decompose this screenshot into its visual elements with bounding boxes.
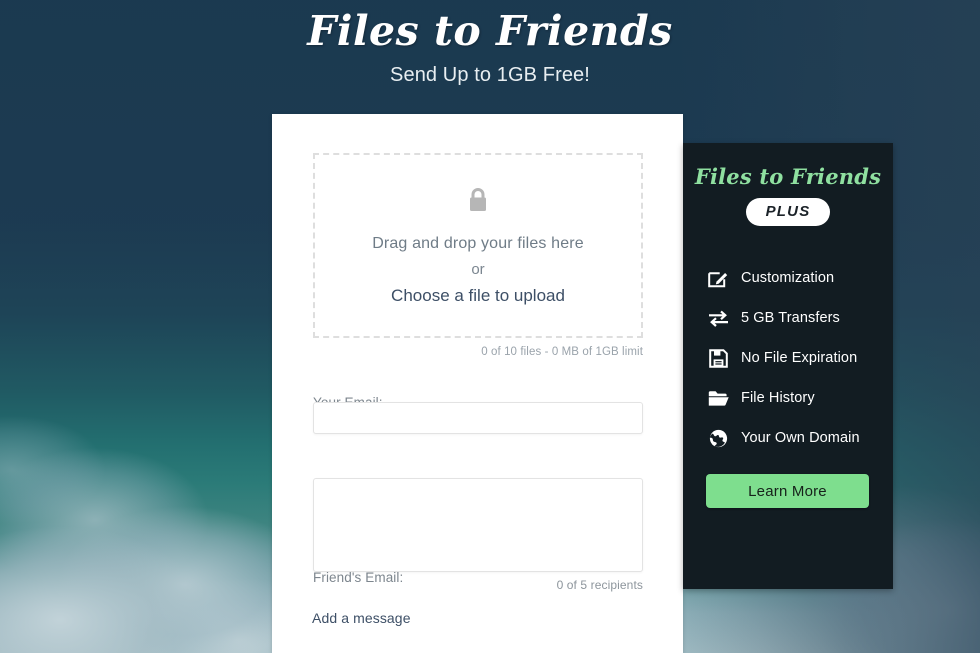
plus-badge: PLUS [745, 198, 831, 226]
floppy-disk-icon [707, 348, 729, 368]
choose-file-link[interactable]: Choose a file to upload [391, 286, 565, 306]
feature-item-expiration: No File Expiration [707, 338, 893, 378]
page-tagline: Send Up to 1GB Free! [390, 64, 590, 87]
your-email-input[interactable] [313, 402, 643, 434]
friend-email-textarea[interactable] [313, 478, 643, 572]
upload-card: Drag and drop your files here or Choose … [272, 114, 683, 653]
page-title: Files to Friends [307, 7, 673, 55]
plus-panel-logo: Files to Friends [694, 164, 882, 189]
dropzone-instruction: Drag and drop your files here [372, 234, 584, 252]
feature-label: Your Own Domain [741, 430, 860, 446]
plus-feature-list: Customization 5 GB Transfers No File Exp… [683, 258, 893, 458]
page-header: Files to Friends Send Up to 1GB Free! [0, 0, 980, 87]
learn-more-button[interactable]: Learn More [706, 474, 869, 508]
feature-item-customization: Customization [707, 258, 893, 298]
feature-item-transfers: 5 GB Transfers [707, 298, 893, 338]
plus-badge-wrapper: PLUS [683, 198, 893, 226]
exchange-arrows-icon [707, 308, 729, 328]
feature-item-domain: Your Own Domain [707, 418, 893, 458]
add-message-link[interactable]: Add a message [312, 610, 411, 626]
feature-label: Customization [741, 270, 835, 286]
feature-label: 5 GB Transfers [741, 310, 840, 326]
file-dropzone[interactable]: Drag and drop your files here or Choose … [313, 153, 643, 338]
folder-icon [707, 388, 729, 408]
feature-label: File History [741, 390, 815, 406]
edit-square-icon [707, 268, 729, 288]
feature-label: No File Expiration [741, 350, 858, 366]
file-limit-status: 0 of 10 files - 0 MB of 1GB limit [481, 346, 643, 358]
feature-item-history: File History [707, 378, 893, 418]
dropzone-divider-text: or [471, 260, 485, 278]
plus-promo-panel: Files to Friends PLUS Customization 5 GB… [683, 143, 893, 589]
recipients-status: 0 of 5 recipients [556, 578, 643, 592]
lock-icon [466, 186, 490, 219]
globe-icon [707, 428, 729, 448]
